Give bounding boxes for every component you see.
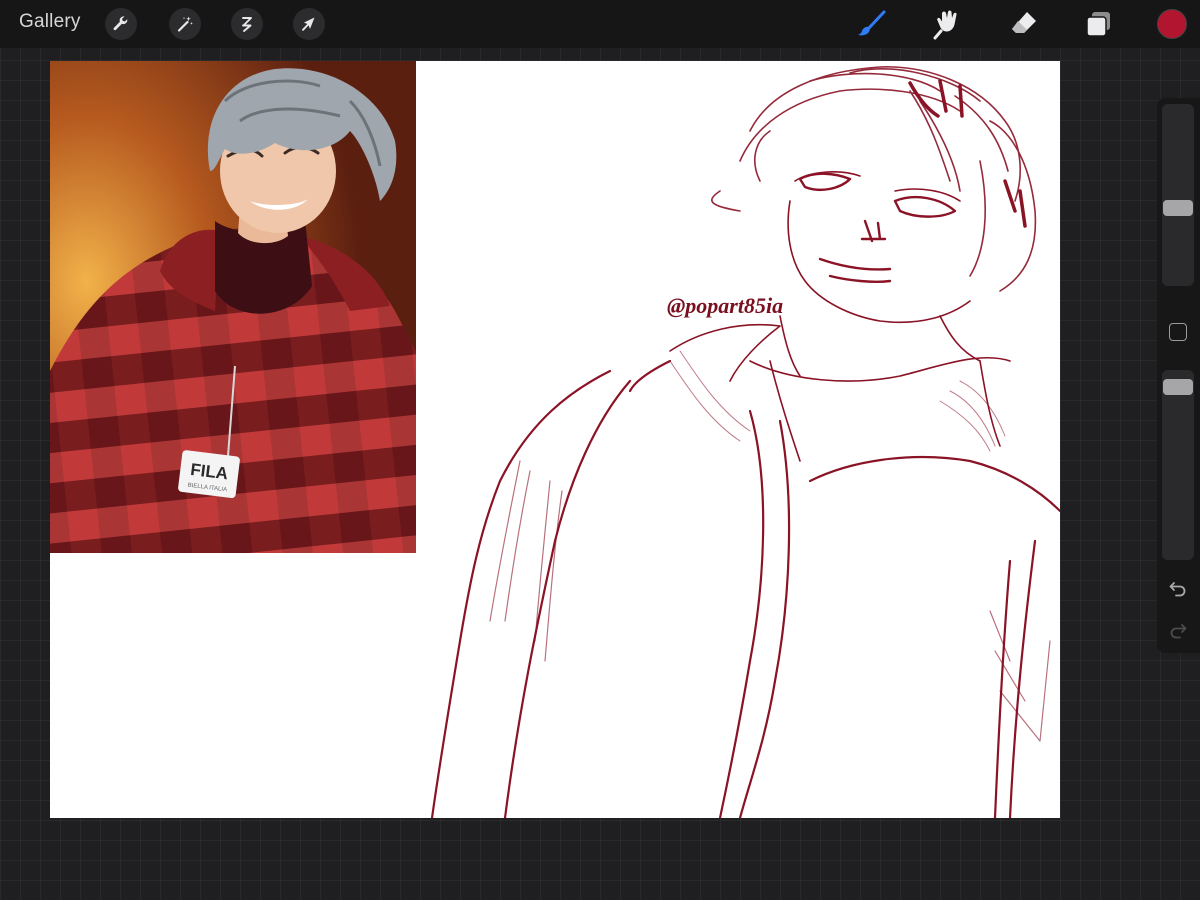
gallery-button[interactable]: Gallery [19, 11, 81, 33]
undo-icon [1169, 582, 1186, 597]
color-picker-button[interactable] [1157, 9, 1187, 39]
smudge-button[interactable] [930, 7, 964, 41]
eraser-icon [1012, 12, 1036, 33]
redo-button[interactable] [1167, 619, 1189, 641]
erase-button[interactable] [1007, 7, 1041, 41]
arrow-icon [302, 17, 315, 31]
reference-photo[interactable]: FILA BIELLA ITALIA [50, 61, 416, 553]
drawing-canvas[interactable]: FILA BIELLA ITALIA @popart85ia [50, 61, 1060, 818]
adjustments-button[interactable] [169, 8, 201, 40]
brush-icon [858, 10, 886, 36]
actions-button[interactable] [105, 8, 137, 40]
artwork: FILA BIELLA ITALIA @popart85ia [50, 61, 1060, 818]
brush-size-thumb[interactable] [1163, 200, 1193, 216]
smudge-icon [933, 10, 957, 40]
brush-sidebar [1157, 98, 1200, 653]
layers-button[interactable] [1082, 7, 1116, 41]
magic-wand-icon [177, 16, 193, 32]
sketch-drawing: @popart85ia [430, 66, 1060, 818]
selection-button[interactable] [231, 8, 263, 40]
fila-patch: FILA BIELLA ITALIA [178, 450, 240, 499]
opacity-thumb[interactable] [1163, 379, 1193, 395]
redo-icon [1170, 624, 1187, 639]
layers-icon [1086, 12, 1110, 37]
brush-size-slider[interactable] [1162, 104, 1194, 286]
paint-button[interactable] [855, 7, 889, 41]
undo-button[interactable] [1167, 577, 1189, 599]
transform-button[interactable] [293, 8, 325, 40]
opacity-slider[interactable] [1162, 370, 1194, 560]
top-toolbar: Gallery [0, 0, 1200, 48]
sketch-signature: @popart85ia [667, 293, 783, 318]
selection-icon [242, 17, 252, 32]
modify-button[interactable] [1169, 323, 1187, 341]
wrench-icon [113, 16, 128, 31]
